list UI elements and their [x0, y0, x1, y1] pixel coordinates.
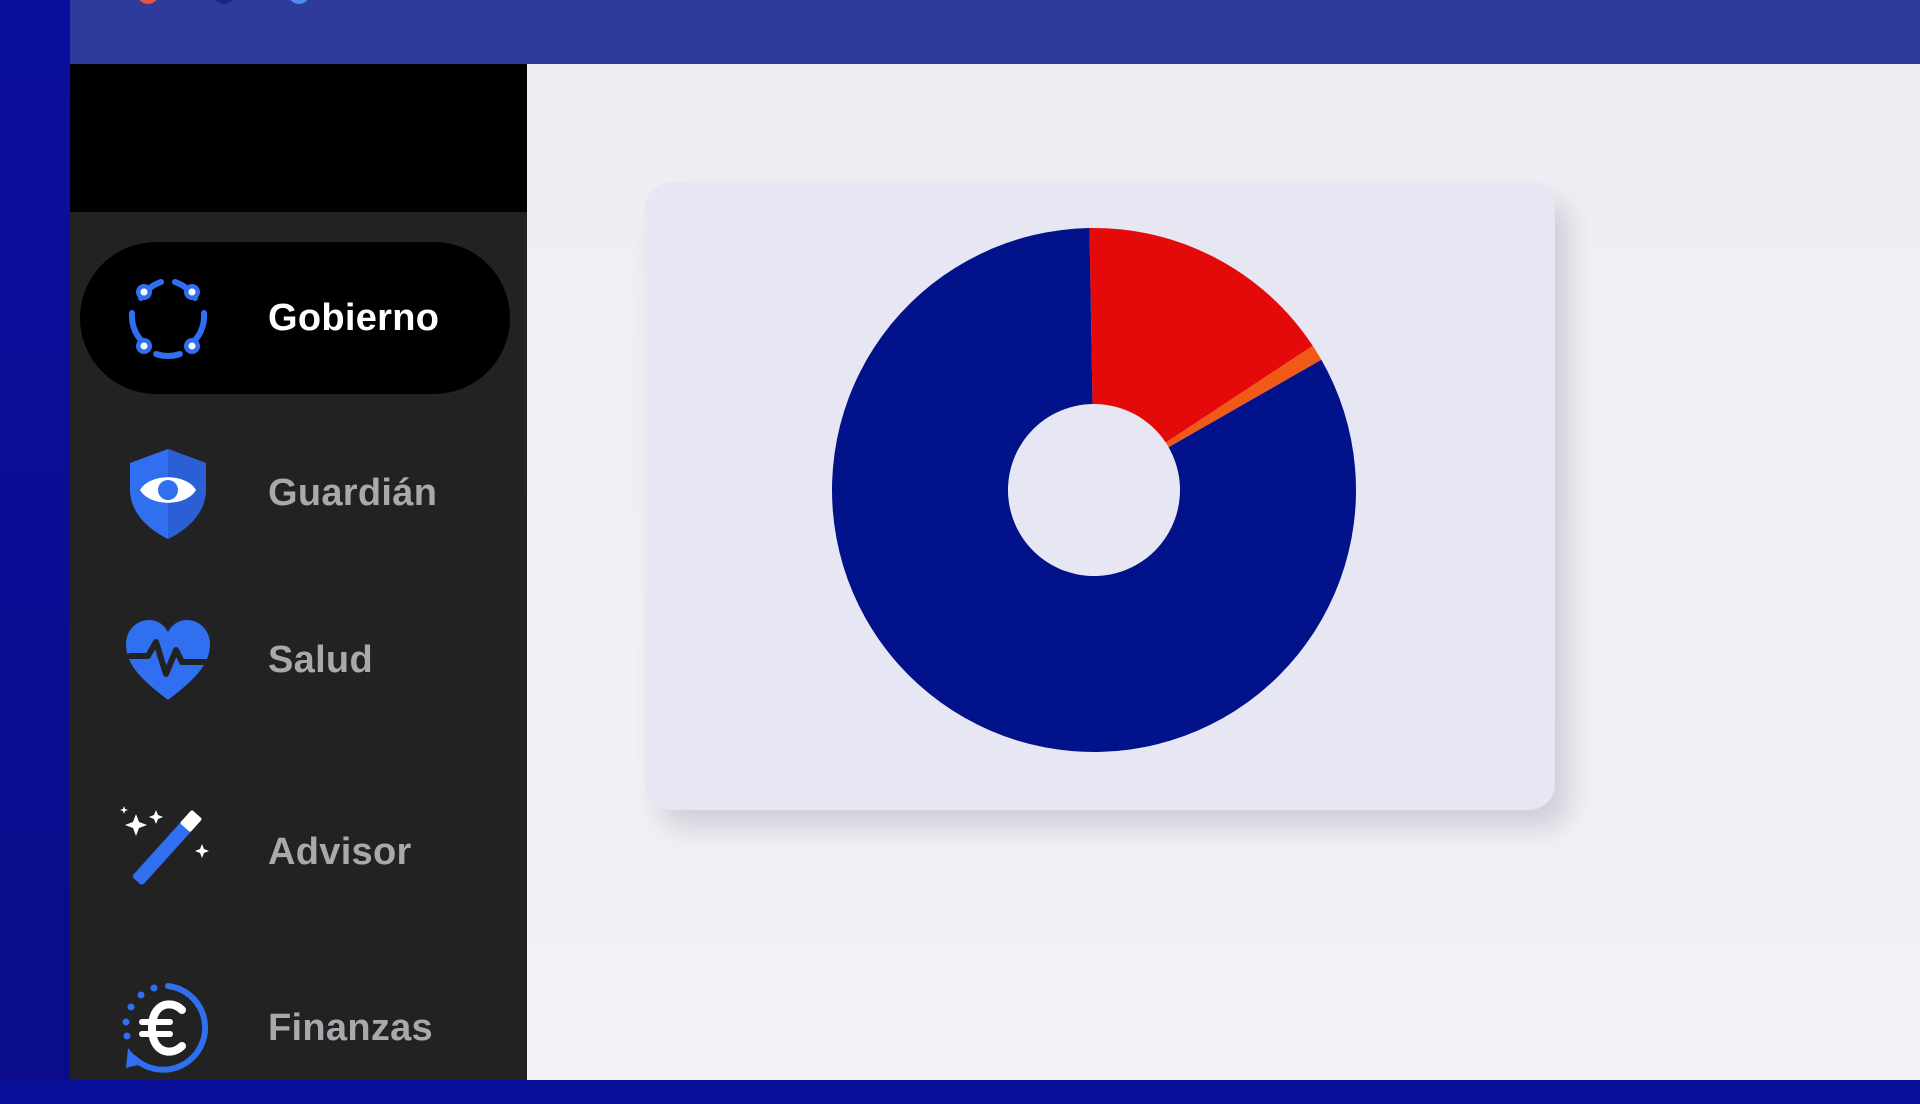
sidebar-item-label: Guardián [268, 471, 438, 514]
magic-wand-icon [118, 802, 218, 902]
sidebar-item-label: Salud [268, 638, 373, 681]
shield-eye-icon [118, 443, 218, 543]
sidebar-item-label: Advisor [268, 830, 412, 873]
network-ring-icon [118, 268, 218, 368]
sidebar-item-advisor[interactable]: Advisor [80, 776, 510, 928]
sidebar-header [70, 64, 527, 212]
sidebar-item-gobierno[interactable]: Gobierno [80, 242, 510, 394]
window-close-dot[interactable] [137, 0, 159, 4]
window-maximize-dot[interactable] [288, 0, 310, 4]
sidebar: Gobierno Guardián Salud Advisor Finanzas [70, 212, 527, 1080]
sidebar-item-label: Finanzas [268, 1006, 433, 1049]
donut-chart [832, 228, 1357, 753]
window-minimize-dot[interactable] [213, 0, 235, 4]
euro-cycle-icon [118, 978, 218, 1078]
chart-card [645, 182, 1555, 810]
sidebar-item-label: Gobierno [268, 296, 440, 339]
heart-pulse-icon [118, 610, 218, 710]
sidebar-item-guardian[interactable]: Guardián [80, 417, 510, 569]
sidebar-item-salud[interactable]: Salud [80, 584, 510, 736]
title-bar [70, 0, 1920, 64]
sidebar-item-finanzas[interactable]: Finanzas [80, 952, 510, 1104]
left-accent-strip [0, 0, 70, 1080]
main-content [527, 64, 1920, 1080]
